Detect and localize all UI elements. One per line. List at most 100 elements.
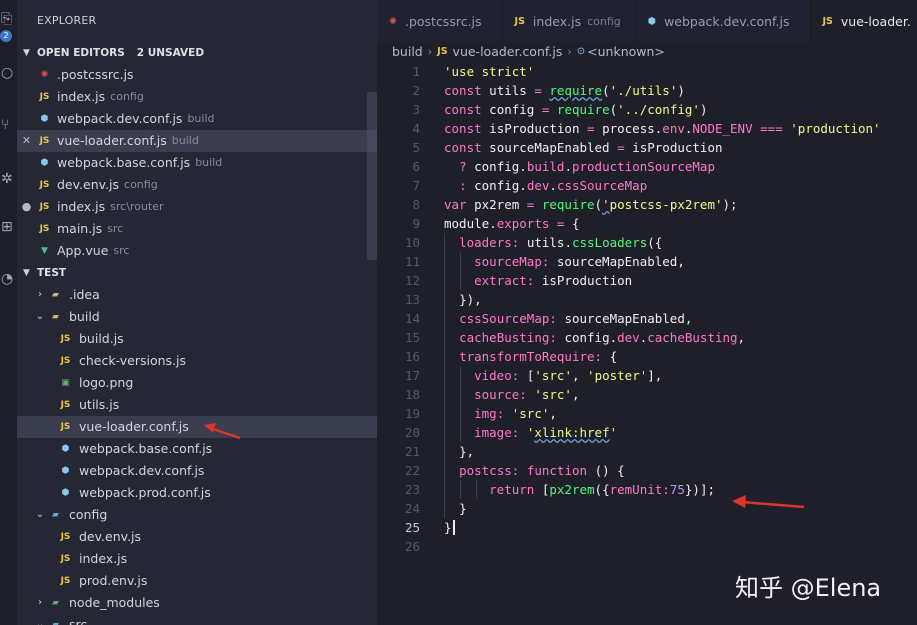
tree-file[interactable]: ⬢ webpack.prod.conf.js	[17, 482, 377, 504]
line-number: 6	[412, 159, 420, 174]
code-editor[interactable]: 1 'use strict' 2 const utils = require('./u…	[377, 62, 917, 625]
search-icon[interactable]: ○	[0, 64, 17, 82]
open-editor-item[interactable]: ⬢ webpack.dev.conf.js build	[17, 108, 377, 130]
indent-guide	[444, 233, 445, 518]
tree-folder[interactable]: › ▰ node_modules	[17, 592, 377, 614]
code-line[interactable]: 12 extract: isProduction	[377, 271, 917, 290]
code-line[interactable]: 6 ? config.build.productionSourceMap	[377, 157, 917, 176]
tree-file[interactable]: JS utils.js	[17, 394, 377, 416]
chevron-down-icon: ▼	[23, 48, 30, 58]
explorer-sidebar: EXPLORER ▼ OPEN EDITORS 2 UNSAVED ✺ .post…	[17, 0, 377, 625]
tree-file[interactable]: JS index.js	[17, 548, 377, 570]
postcss-icon: ✺	[40, 70, 49, 80]
open-editor-item[interactable]: JS dev.env.js config	[17, 174, 377, 196]
tree-file[interactable]: JS dev.env.js	[17, 526, 377, 548]
code-line[interactable]: 20 image: 'xlink:href'	[377, 423, 917, 442]
code-line[interactable]: 26	[377, 537, 917, 556]
js-icon: JS	[822, 15, 833, 27]
code-line[interactable]: 21 },	[377, 442, 917, 461]
close-icon[interactable]: ✕	[17, 130, 36, 152]
code-line[interactable]: 15 cacheBusting: config.dev.cacheBusting…	[377, 328, 917, 347]
code-line[interactable]: 1 'use strict'	[377, 62, 917, 81]
editor-tab[interactable]: JS index.js config	[503, 0, 636, 42]
tree-file[interactable]: ⬢ webpack.base.conf.js	[17, 438, 377, 460]
code-line[interactable]: 5 const sourceMapEnabled = isProduction	[377, 138, 917, 157]
file-name: .postcssrc.js	[57, 67, 134, 82]
breadcrumb-file[interactable]: vue-loader.conf.js	[453, 42, 563, 62]
project-label: TEST	[37, 267, 67, 279]
tree-item-label: build.js	[79, 331, 124, 346]
code-line[interactable]: 10 loaders: utils.cssLoaders({	[377, 233, 917, 252]
code-line[interactable]: 25}	[377, 518, 917, 537]
open-editor-item[interactable]: JS index.js config	[17, 86, 377, 108]
editor-tab[interactable]: JS vue-loader.	[810, 0, 917, 42]
line-number: 24	[404, 501, 420, 516]
postcss-icon: ✺	[389, 15, 397, 27]
code-line[interactable]: 23 return [px2rem({remUnit:75})];	[377, 480, 917, 499]
remote-icon[interactable]: ◔	[0, 270, 17, 288]
code-line[interactable]: 7 : config.dev.cssSourceMap	[377, 176, 917, 195]
debug-icon[interactable]: ✲	[0, 170, 17, 188]
code-line[interactable]: 24 }	[377, 499, 917, 518]
extensions-icon[interactable]: ⊞	[0, 218, 17, 236]
line-number: 10	[404, 235, 420, 250]
project-header[interactable]: ▼ TEST	[17, 262, 377, 284]
code-line[interactable]: 16 transformToRequire: {	[377, 347, 917, 366]
files-icon[interactable]: ⎘	[0, 10, 17, 28]
breadcrumb-folder[interactable]: build	[392, 42, 423, 62]
line-number: 23	[404, 482, 420, 497]
code-text: var px2rem = require('postcss-px2rem');	[444, 197, 738, 212]
annotation-arrow-icon	[732, 495, 805, 509]
open-editors-header[interactable]: ▼ OPEN EDITORS 2 UNSAVED	[17, 42, 377, 64]
tree-file[interactable]: JS build.js	[17, 328, 377, 350]
folder-icon: ▰	[52, 290, 59, 300]
indent-guide	[476, 480, 477, 499]
js-icon: JS	[39, 202, 50, 212]
tree-file[interactable]: JS check-versions.js	[17, 350, 377, 372]
breadcrumb-symbol[interactable]: <unknown>	[587, 42, 665, 62]
open-editor-item[interactable]: ● JS index.js src\router	[17, 196, 377, 218]
code-line[interactable]: 13 }),	[377, 290, 917, 309]
open-editor-item[interactable]: ⬢ webpack.base.conf.js build	[17, 152, 377, 174]
open-editor-item[interactable]: ▼ App.vue src	[17, 240, 377, 262]
editor-tab[interactable]: ✺ .postcssrc.js	[377, 0, 503, 42]
open-editor-item[interactable]: ✕ JS vue-loader.conf.js build	[17, 130, 377, 152]
chevron-down-icon: ⌄	[35, 311, 45, 322]
line-number: 16	[404, 349, 420, 364]
file-folder: src	[107, 222, 124, 235]
open-editor-item[interactable]: ✺ .postcssrc.js	[17, 64, 377, 86]
open-editor-item[interactable]: JS main.js src	[17, 218, 377, 240]
tree-file[interactable]: JS vue-loader.conf.js	[17, 416, 377, 438]
tree-folder[interactable]: ⌄ ▰ config	[17, 504, 377, 526]
code-line[interactable]: 11 sourceMap: sourceMapEnabled,	[377, 252, 917, 271]
symbol-icon: ⊙	[576, 46, 586, 57]
tree-file[interactable]: ▣ logo.png	[17, 372, 377, 394]
code-line[interactable]: 17 video: ['src', 'poster'],	[377, 366, 917, 385]
code-line[interactable]: 4 const isProduction = process.env.NODE_E…	[377, 119, 917, 138]
code-line[interactable]: 14 cssSourceMap: sourceMapEnabled,	[377, 309, 917, 328]
tree-file[interactable]: JS prod.env.js	[17, 570, 377, 592]
code-line[interactable]: 22 postcss: function () {	[377, 461, 917, 480]
code-line[interactable]: 2 const utils = require('./utils')	[377, 81, 917, 100]
tree-folder[interactable]: ⌄ ▰ src	[17, 614, 377, 625]
file-folder: build	[171, 134, 199, 147]
editor-tab[interactable]: ⬢ webpack.dev.conf.js	[636, 0, 811, 42]
tree-item-label: build	[69, 309, 100, 324]
code-line[interactable]: 9 module.exports = {	[377, 214, 917, 233]
code-line[interactable]: 18 source: 'src',	[377, 385, 917, 404]
source-control-icon[interactable]: ⑂	[0, 116, 17, 134]
unsaved-count-label: 2 UNSAVED	[136, 47, 205, 59]
sidebar-scrollbar[interactable]	[367, 92, 377, 260]
line-number: 12	[404, 273, 420, 288]
line-number: 22	[404, 463, 420, 478]
indent-guide	[460, 252, 461, 290]
folder-node-icon: ▰	[52, 598, 59, 608]
webpack-icon: ⬢	[61, 466, 70, 476]
tree-folder[interactable]: ⌄ ▰ build	[17, 306, 377, 328]
tree-file[interactable]: ⬢ webpack.dev.conf.js	[17, 460, 377, 482]
tree-folder[interactable]: › ▰ .idea	[17, 284, 377, 306]
code-line[interactable]: 19 img: 'src',	[377, 404, 917, 423]
chevron-right-icon: ›	[38, 289, 42, 300]
code-line[interactable]: 8 var px2rem = require('postcss-px2rem');	[377, 195, 917, 214]
code-line[interactable]: 3 const config = require('../config')	[377, 100, 917, 119]
